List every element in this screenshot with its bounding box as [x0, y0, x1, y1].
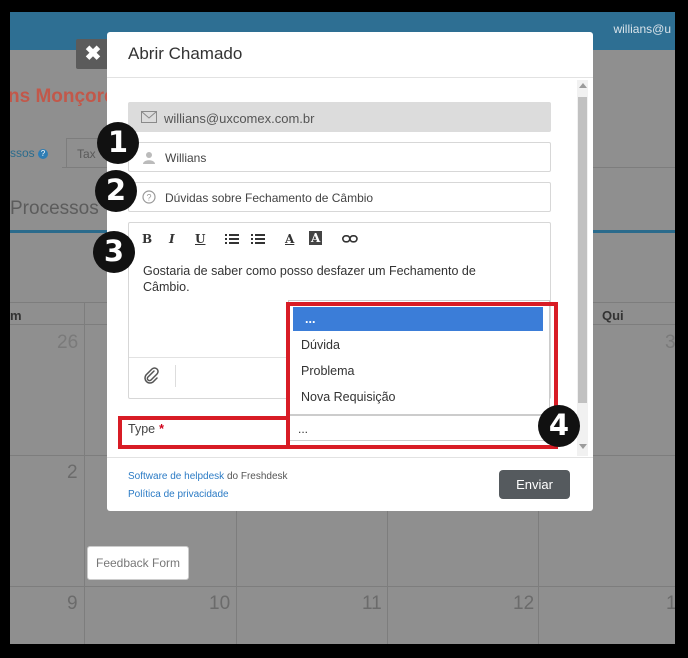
numbered-list-icon[interactable]: [251, 234, 265, 244]
svg-text:?: ?: [146, 193, 151, 203]
tab-processos[interactable]: ssos ?: [10, 138, 62, 168]
calendar-day[interactable]: 11: [362, 593, 382, 615]
feedback-form-button[interactable]: Feedback Form: [87, 546, 189, 580]
name-value: Willians: [165, 151, 207, 165]
calendar-day[interactable]: 12: [513, 593, 534, 615]
modal-scrollbar[interactable]: [577, 80, 588, 456]
scroll-down-arrow-icon[interactable]: [579, 444, 587, 449]
modal-footer: Software de helpdesk do Freshdesk Políti…: [107, 457, 593, 511]
app-frame: willians@u ns Monçore ssos ? Tax Process…: [10, 12, 675, 644]
annotation-box-type: [118, 416, 290, 449]
modal-header: Abrir Chamado: [107, 32, 593, 78]
link-icon[interactable]: [342, 235, 358, 243]
font-color-icon[interactable]: A: [285, 232, 294, 246]
calendar-day[interactable]: 10: [209, 593, 230, 615]
annotation-badge: 3: [93, 231, 135, 273]
description-text: Gostaria de saber como posso desfazer um…: [143, 264, 476, 294]
calendar-line: [10, 586, 675, 587]
bold-button[interactable]: B: [142, 232, 152, 246]
email-field: willians@uxcomex.com.br: [128, 102, 551, 132]
tab-processos-label: ssos: [10, 146, 35, 160]
scroll-up-arrow-icon[interactable]: [579, 83, 587, 88]
weekday-header: Qui: [602, 308, 624, 323]
helpdesk-software-link[interactable]: Software de helpdesk: [128, 471, 224, 482]
envelope-icon: [141, 111, 157, 123]
calendar-day[interactable]: 26: [57, 332, 78, 354]
user-icon: [143, 152, 155, 164]
editor-toolbar: B I U A A: [129, 223, 550, 253]
calendar-day[interactable]: 3: [665, 332, 675, 354]
underline-button[interactable]: U: [195, 232, 205, 246]
send-button[interactable]: Enviar: [499, 470, 570, 499]
background-color-icon[interactable]: A: [309, 231, 323, 245]
paperclip-icon[interactable]: [142, 367, 160, 385]
subject-field[interactable]: ? Dúvidas sobre Fechamento de Câmbio: [128, 182, 551, 212]
annotation-badge: 2: [95, 170, 137, 212]
weekday-header: m: [10, 308, 22, 323]
freshdesk-text: do Freshdesk: [224, 471, 288, 482]
editor-footer-separator: [175, 365, 176, 387]
calendar-day[interactable]: 2: [67, 462, 78, 484]
company-name: ns Monçore: [10, 86, 115, 107]
calendar-day[interactable]: 9: [67, 593, 78, 615]
annotation-badge: 4: [538, 405, 580, 447]
modal-title: Abrir Chamado: [128, 44, 243, 63]
powered-by: Software de helpdesk do Freshdesk: [128, 471, 288, 482]
privacy-policy-link[interactable]: Política de privacidade: [128, 489, 229, 500]
user-menu[interactable]: willians@u: [613, 22, 671, 36]
subject-value: Dúvidas sobre Fechamento de Câmbio: [165, 191, 374, 205]
scroll-thumb[interactable]: [578, 97, 587, 403]
close-icon[interactable]: ✖: [76, 39, 110, 69]
annotation-box-dropdown: [286, 302, 558, 449]
email-value: willians@uxcomex.com.br: [164, 111, 315, 126]
annotation-badge: 1: [97, 122, 139, 164]
help-icon: ?: [38, 148, 49, 159]
section-title: Processos: [10, 198, 99, 219]
calendar-column-line: [84, 302, 85, 644]
question-circle-icon: ?: [142, 190, 156, 204]
name-field[interactable]: Willians: [128, 142, 551, 172]
bullet-list-icon[interactable]: [225, 234, 239, 244]
calendar-day[interactable]: 1: [666, 593, 675, 615]
italic-button[interactable]: I: [169, 232, 175, 246]
